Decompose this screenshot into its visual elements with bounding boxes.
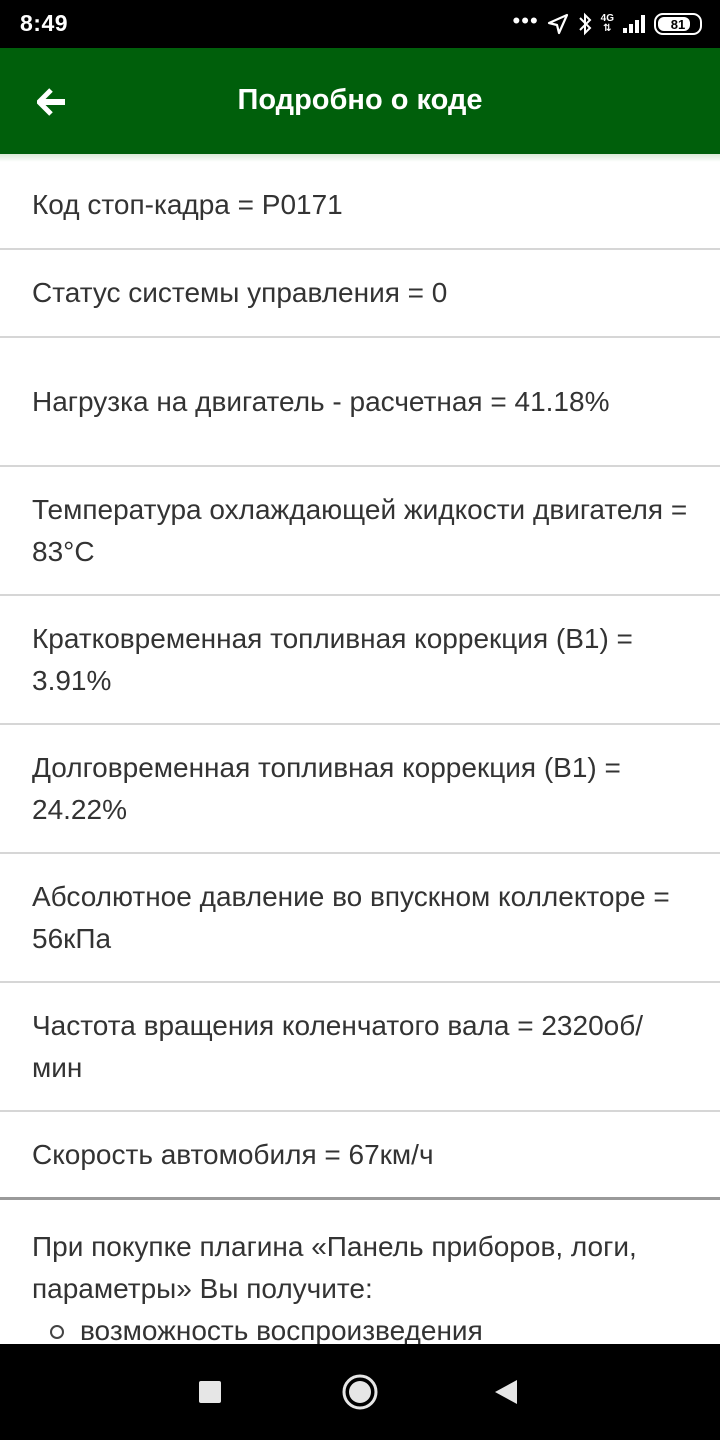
list-item: Долговременная топливная коррекция (B1) … xyxy=(0,725,720,854)
list-item: Частота вращения коленчатого вала = 2320… xyxy=(0,983,720,1112)
data-arrows-icon: ⇅ xyxy=(603,23,612,34)
list-item: Скорость автомобиля = 67км/ч xyxy=(0,1112,720,1200)
screen: 8:49 ••• 4G ⇅ 81 Подробно о коде Код сто… xyxy=(0,0,720,1440)
list-item: Кратковременная топливная коррекция (B1)… xyxy=(0,596,720,725)
list-item-text: Нагрузка на двигатель - расчетная = 41.1… xyxy=(32,385,610,417)
list-item-text: Абсолютное давление во впускном коллекто… xyxy=(32,880,670,954)
list-item-text: Код стоп-кадра = P0171 xyxy=(32,189,343,220)
plugin-promo: При покупке плагина «Панель приборов, ло… xyxy=(0,1200,720,1352)
square-icon xyxy=(199,1381,221,1403)
app-bar: Подробно о коде xyxy=(0,48,720,154)
list-item: Статус системы управления = 0 xyxy=(0,250,720,338)
more-dots-icon: ••• xyxy=(512,8,539,33)
signal-icon xyxy=(623,15,645,33)
battery-icon: 81 xyxy=(654,13,702,35)
network-indicator: 4G ⇅ xyxy=(601,14,614,34)
list-item-text: Частота вращения коленчатого вала = 2320… xyxy=(32,1009,644,1083)
status-time: 8:49 xyxy=(20,10,69,36)
navigation-bar xyxy=(0,1344,720,1440)
page-title: Подробно о коде xyxy=(237,84,483,116)
freeze-frame-list: Код стоп-кадра = P0171 Статус системы уп… xyxy=(0,162,720,1352)
home-button[interactable] xyxy=(336,1368,384,1416)
list-item: Нагрузка на двигатель - расчетная = 41.1… xyxy=(0,338,720,467)
app-bar-shadow xyxy=(0,154,720,162)
nav-back-button[interactable] xyxy=(482,1368,530,1416)
status-icons: ••• 4G ⇅ 81 xyxy=(513,10,702,38)
list-item-text: Кратковременная топливная коррекция (B1)… xyxy=(32,622,633,696)
battery-level: 81 xyxy=(670,16,686,32)
list-item-text: Скорость автомобиля = 67км/ч xyxy=(32,1138,434,1170)
triangle-back-icon xyxy=(495,1380,517,1404)
circle-bullet-icon xyxy=(50,1325,64,1339)
status-bar: 8:49 ••• 4G ⇅ 81 xyxy=(0,0,720,48)
location-arrow-icon xyxy=(547,13,568,35)
promo-intro: При покупке плагина «Панель приборов, ло… xyxy=(32,1231,637,1304)
list-item: Температура охлаждающей жидкости двигате… xyxy=(0,467,720,596)
list-item-text: Температура охлаждающей жидкости двигате… xyxy=(32,493,688,567)
list-item: Код стоп-кадра = P0171 xyxy=(0,162,720,250)
bluetooth-icon xyxy=(578,12,592,36)
recents-button[interactable] xyxy=(186,1368,234,1416)
list-item-text: Долговременная топливная коррекция (B1) … xyxy=(32,751,621,825)
list-item-text: Статус системы управления = 0 xyxy=(32,277,448,308)
circle-icon xyxy=(342,1374,378,1410)
list-item: Абсолютное давление во впускном коллекто… xyxy=(0,854,720,983)
promo-list-item-text: возможность воспроизведения xyxy=(80,1315,483,1346)
